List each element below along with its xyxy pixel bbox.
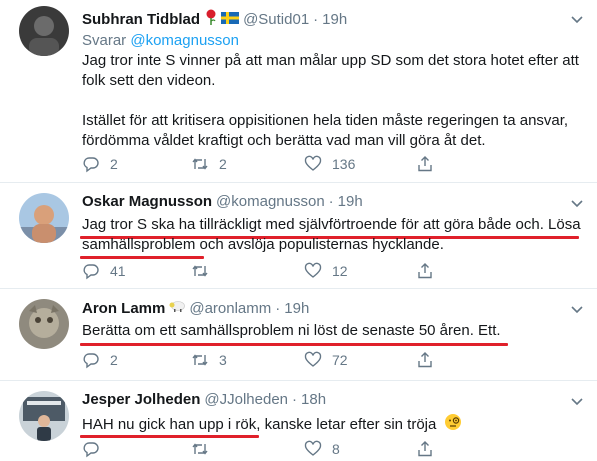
action-bar: 2 2 136 [82, 155, 502, 175]
like-icon [304, 262, 322, 278]
share-icon [418, 352, 432, 368]
author-handle[interactable]: @JJolheden [204, 391, 288, 408]
retweet-button[interactable] [191, 440, 219, 458]
tweet-text-line: Jag tror S ska ha tillräckligt med själv… [82, 216, 581, 233]
reply-count: 2 [110, 352, 118, 368]
reply-button[interactable]: 2 [82, 351, 118, 369]
separator-dot: · [313, 10, 319, 28]
reply-count: 2 [110, 156, 118, 172]
tweet-text: , kanske letar efter sin tröja [256, 415, 437, 433]
author-name[interactable]: Oskar Magnusson [82, 193, 212, 210]
author-name[interactable]: Aron Lamm [82, 300, 165, 317]
timestamp[interactable]: 19h [338, 193, 363, 210]
like-button[interactable]: 72 [304, 351, 348, 369]
author-name[interactable]: Jesper Jolheden [82, 391, 200, 408]
like-icon [304, 155, 322, 171]
separator-dot: · [275, 299, 281, 317]
like-count: 72 [332, 352, 348, 368]
like-icon [304, 440, 322, 456]
caret-down-icon[interactable] [570, 302, 584, 316]
red-underline [80, 435, 259, 438]
retweet-button[interactable]: 2 [191, 155, 227, 173]
like-button[interactable]: 136 [304, 155, 355, 173]
tweet-text-line: HAH nu gick han upp i rök, kanske letar … [82, 413, 582, 437]
avatar[interactable] [19, 193, 69, 243]
monocle-face-emoji-icon [444, 413, 462, 437]
author-handle[interactable]: @komagnusson [216, 193, 325, 210]
tweet-text-highlight: samhällsproblem [82, 236, 196, 253]
tweet-text: Berätta om ett samhällsproblem ni löst d… [82, 322, 501, 339]
tweet-header: Jesper Jolheden @JJolheden · 18h [82, 391, 326, 408]
red-underline [80, 256, 204, 259]
like-count: 8 [332, 441, 340, 457]
author-handle[interactable]: @Sutid01 [243, 11, 309, 28]
separator-dot: · [292, 391, 298, 408]
timestamp[interactable]: 19h [322, 11, 347, 28]
reply-icon [83, 157, 99, 173]
share-icon [418, 263, 432, 279]
like-count: 12 [332, 263, 348, 279]
avatar[interactable] [19, 6, 69, 56]
caret-down-icon[interactable] [570, 394, 584, 408]
replying-to-link[interactable]: @komagnusson [130, 32, 239, 49]
tweet-text: Istället för att kritisera oppisitionen … [82, 112, 569, 149]
author-handle[interactable]: @aronlamm [189, 300, 271, 317]
share-button[interactable] [416, 155, 434, 173]
retweet-button[interactable] [191, 262, 219, 280]
retweet-icon [192, 443, 208, 455]
retweet-icon [192, 158, 208, 170]
tweet-text-highlight: HAH nu gick han upp i rök [82, 415, 257, 433]
caret-down-icon[interactable] [570, 196, 584, 210]
separator-dot: · [328, 193, 334, 210]
timestamp[interactable]: 19h [284, 300, 309, 317]
retweet-count: 2 [219, 156, 227, 172]
like-button[interactable]: 8 [304, 440, 340, 458]
sweden-flag-icon [221, 11, 240, 28]
share-icon [418, 156, 432, 172]
reply-button[interactable] [82, 440, 110, 458]
tweet-header: Oskar Magnusson @komagnusson · 19h [82, 193, 363, 210]
reply-icon [83, 442, 99, 458]
reply-button[interactable]: 2 [82, 155, 118, 173]
retweet-count: 3 [219, 352, 227, 368]
replying-prefix: Svarar [82, 32, 127, 49]
tweet-subhran[interactable]: Subhran Tidblad @Sutid01 · 19h Svarar @k… [0, 0, 597, 182]
tweet-oskar[interactable]: Oskar Magnusson @komagnusson · 19h Jag t… [0, 183, 597, 288]
timestamp[interactable]: 18h [301, 391, 326, 408]
reply-icon [83, 353, 99, 369]
tweet-aron[interactable]: Aron Lamm @aronlamm · 19h Berätta om ett… [0, 289, 597, 380]
tweet-text: och avslöja populisternas hycklande. [195, 236, 444, 253]
red-underline [80, 343, 508, 346]
retweet-icon [192, 265, 208, 277]
author-name[interactable]: Subhran Tidblad [82, 11, 200, 28]
retweet-button[interactable]: 3 [191, 351, 227, 369]
share-button[interactable] [416, 262, 434, 280]
reply-button[interactable]: 41 [82, 262, 126, 280]
tweet-header: Aron Lamm @aronlamm · 19h [82, 299, 309, 317]
share-button[interactable] [416, 440, 434, 458]
caret-down-icon[interactable] [570, 12, 584, 26]
retweet-icon [192, 354, 208, 366]
avatar[interactable] [19, 391, 69, 441]
like-icon [304, 351, 322, 367]
tweet-jesper[interactable]: Jesper Jolheden @JJolheden · 18h HAH nu … [0, 381, 597, 461]
sheep-emoji-icon [169, 299, 186, 317]
share-icon [418, 441, 432, 457]
tweet-header: Subhran Tidblad @Sutid01 · 19h [82, 9, 347, 29]
replying-to-line: Svarar @komagnusson [82, 31, 582, 51]
avatar[interactable] [19, 299, 69, 349]
rose-emoji-icon [204, 9, 218, 29]
tweet-text-line: samhällsproblem och avslöja populisterna… [82, 235, 592, 255]
tweet-text: Jag tror inte S vinner på att man målar … [82, 52, 579, 89]
like-button[interactable]: 12 [304, 262, 348, 280]
like-count: 136 [332, 156, 356, 172]
share-button[interactable] [416, 351, 434, 369]
reply-icon [83, 264, 99, 280]
action-bar: 2 3 72 [82, 351, 502, 371]
action-bar: 41 12 [82, 262, 502, 282]
reply-count: 41 [110, 263, 126, 279]
action-bar: 8 [82, 440, 502, 460]
